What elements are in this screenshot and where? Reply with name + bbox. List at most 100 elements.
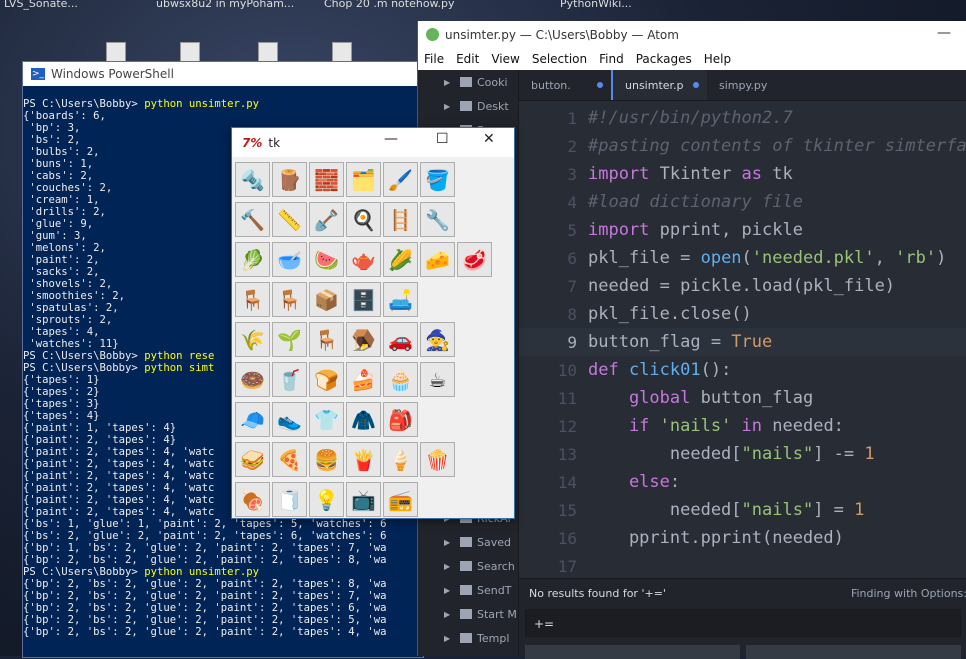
code-line[interactable]: #!/usr/bin/python2.7 (588, 108, 793, 128)
tab-button[interactable]: button. (519, 70, 611, 100)
tree-folder-item[interactable]: ▶ Saved (418, 530, 517, 554)
item-button[interactable]: 🥬 (235, 242, 270, 277)
chevron-right-icon[interactable]: ▶ (444, 538, 456, 547)
menu-find[interactable]: Find (593, 52, 630, 66)
desktop-label[interactable]: LVS_Sonate... (4, 0, 78, 10)
item-button[interactable]: 🍟 (346, 442, 381, 477)
item-button[interactable]: 🪵 (272, 162, 307, 197)
item-button[interactable]: 🧥 (346, 402, 381, 437)
item-button[interactable]: 🪑 (272, 282, 307, 317)
desktop-label[interactable]: Chop 20 .m notehow.py (324, 0, 455, 10)
code-line[interactable]: #pasting contents of tkinter simterfa (588, 136, 966, 156)
item-button[interactable]: 🍰 (346, 362, 381, 397)
desktop-label[interactable]: ubwsx8u2 in myPoham... (156, 0, 294, 10)
chevron-right-icon[interactable]: ▶ (444, 634, 456, 643)
tree-folder-item[interactable]: ▶ Search (418, 554, 517, 578)
chevron-right-icon[interactable]: ▶ (444, 102, 456, 111)
find-all-button[interactable] (746, 645, 961, 659)
powershell-titlebar[interactable]: >_ Windows PowerShell (23, 62, 423, 86)
item-button[interactable]: 🖌️ (383, 162, 418, 197)
item-button[interactable]: 🥩 (457, 242, 492, 277)
tree-folder-item[interactable]: ▶ Start M (418, 602, 517, 626)
code-editor[interactable]: 1 #!/usr/bin/python2.7 2 #pasting conten… (519, 101, 966, 578)
minimize-button[interactable]: — (384, 131, 398, 147)
item-button[interactable]: 🗂️ (346, 162, 381, 197)
item-button[interactable]: 🥤 (272, 362, 307, 397)
item-button[interactable]: 🪜 (383, 202, 418, 237)
item-button[interactable]: 🪑 (309, 322, 344, 357)
code-line[interactable]: needed["nails"] -= 1 (588, 444, 875, 464)
item-button[interactable]: 📦 (309, 282, 344, 317)
tree-folder-item[interactable]: ▶ SendT (418, 578, 517, 602)
menu-selection[interactable]: Selection (526, 52, 593, 66)
item-button[interactable]: 🫖 (346, 242, 381, 277)
code-line[interactable]: needed = pickle.load(pkl_file) (588, 276, 895, 296)
item-button[interactable]: 👟 (272, 402, 307, 437)
atom-titlebar[interactable]: unsimter.py — C:\Users\Bobby — Atom — (418, 21, 966, 48)
item-button[interactable]: 🍉 (309, 242, 344, 277)
code-line[interactable]: import Tkinter as tk (588, 164, 793, 184)
code-line[interactable]: pprint.pprint(needed) (588, 528, 844, 548)
item-button[interactable]: 🥪 (235, 442, 270, 477)
code-line[interactable]: if 'nails' in needed: (588, 416, 844, 436)
menu-view[interactable]: View (485, 52, 525, 66)
item-button[interactable]: 📏 (272, 202, 307, 237)
item-button[interactable]: 🍔 (309, 442, 344, 477)
maximize-button[interactable]: ☐ (436, 131, 449, 147)
item-button[interactable]: 🍕 (272, 442, 307, 477)
minimize-button[interactable]: — (937, 25, 951, 41)
item-button[interactable]: 🍿 (420, 442, 455, 477)
item-button[interactable]: 📺 (346, 482, 381, 517)
item-button[interactable]: 🔨 (235, 202, 270, 237)
item-button[interactable]: 🌱 (272, 322, 307, 357)
item-button[interactable]: 🥣 (272, 242, 307, 277)
item-button[interactable]: 🎒 (383, 402, 418, 437)
item-button[interactable]: 🪑 (235, 282, 270, 317)
close-button[interactable]: ✕ (483, 131, 495, 147)
item-button[interactable]: 🪏 (309, 202, 344, 237)
menu-file[interactable]: File (418, 52, 450, 66)
item-button[interactable]: 🧱 (309, 162, 344, 197)
item-button[interactable]: 🧀 (420, 242, 455, 277)
chevron-right-icon[interactable]: ▶ (444, 562, 456, 571)
menu-packages[interactable]: Packages (630, 52, 698, 66)
item-button[interactable]: 🍞 (309, 362, 344, 397)
item-button[interactable]: 🪤 (346, 322, 381, 357)
find-input[interactable]: += (525, 609, 961, 637)
menu-help[interactable]: Help (698, 52, 737, 66)
code-line[interactable]: def click01(): (588, 360, 731, 380)
item-button[interactable]: 🍩 (235, 362, 270, 397)
item-button[interactable]: 🧢 (235, 402, 270, 437)
item-button[interactable]: 🧁 (383, 362, 418, 397)
find-button[interactable] (525, 645, 740, 659)
item-button[interactable]: 🍳 (346, 202, 381, 237)
item-button[interactable]: 🧙 (420, 322, 455, 357)
tree-folder-item[interactable]: ▶Videos (418, 650, 517, 657)
menu-edit[interactable]: Edit (450, 52, 485, 66)
item-button[interactable]: 🌾 (235, 322, 270, 357)
item-button[interactable]: 🍦 (383, 442, 418, 477)
item-button[interactable]: 🚗 (383, 322, 418, 357)
code-line[interactable]: pkl_file = open('needed.pkl', 'rb') (588, 248, 946, 268)
code-line[interactable]: button_flag = True (588, 332, 772, 352)
item-button[interactable]: 🍖 (235, 482, 270, 517)
tree-folder-item[interactable]: ▶ Deskt (418, 94, 518, 118)
item-button[interactable]: 🌽 (383, 242, 418, 277)
item-button[interactable]: 🔩 (235, 162, 270, 197)
item-button[interactable]: 💡 (309, 482, 344, 517)
tab-unsimter[interactable]: unsimter.p (611, 70, 707, 100)
item-button[interactable]: 🪣 (420, 162, 455, 197)
tree-folder-item[interactable]: ▶ Cooki (418, 70, 518, 94)
chevron-right-icon[interactable]: ▶ (444, 78, 456, 87)
code-line[interactable]: global button_flag (588, 388, 813, 408)
item-button[interactable]: 🛋️ (383, 282, 418, 317)
code-line[interactable]: import pprint, pickle (588, 220, 803, 240)
code-line[interactable]: pkl_file.close() (588, 304, 752, 324)
item-button[interactable]: 👕 (309, 402, 344, 437)
tab-simpy[interactable]: simpy.py (707, 70, 799, 100)
item-button[interactable]: 📻 (383, 482, 418, 517)
code-line[interactable]: needed["nails"] = 1 (588, 500, 865, 520)
chevron-right-icon[interactable]: ▶ (444, 610, 456, 619)
desktop-label[interactable]: PythonWiki... (560, 0, 632, 10)
code-line[interactable]: else: (588, 472, 680, 492)
